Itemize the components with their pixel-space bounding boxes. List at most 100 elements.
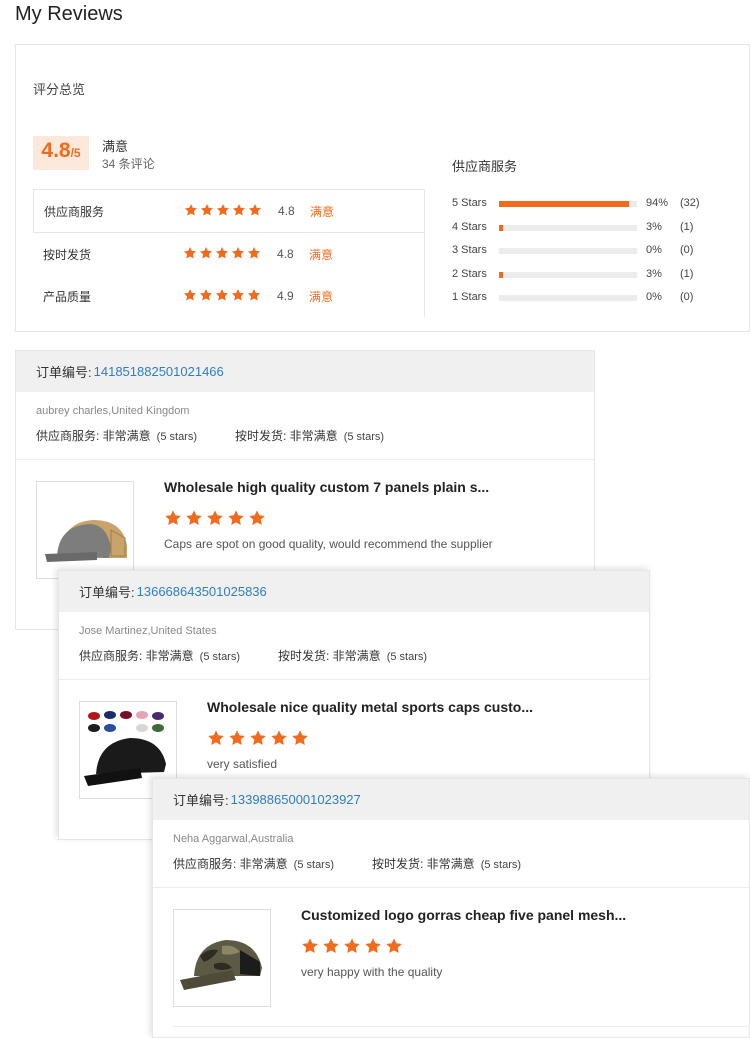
star-icon [248, 509, 266, 532]
product-thumbnail[interactable] [173, 909, 271, 1007]
order-header: 订单编号: 133988650001023927 [153, 779, 749, 820]
distribution-label: 4 Stars [452, 220, 487, 233]
star-icon [164, 509, 182, 532]
distribution-label: 1 Stars [452, 291, 487, 303]
product-title-link[interactable]: Wholesale nice quality metal sports caps… [207, 699, 567, 715]
star-icon [291, 729, 309, 752]
review-text: Caps are spot on good quality, would rec… [164, 537, 493, 551]
camo-mesh-cap-icon [180, 940, 262, 990]
star-icon [227, 509, 245, 532]
metric-row-on-time-delivery: 按时发货 4.8 满意 [33, 233, 425, 275]
product-thumbnail[interactable] [36, 481, 134, 579]
buyer-info: aubrey charles,United Kingdom [36, 405, 190, 417]
delivery-stars: (5 stars) [343, 431, 385, 443]
product-title-link[interactable]: Customized logo gorras cheap five panel … [301, 907, 661, 923]
rating-line: 供应商服务: 非常满意 (5 stars) 按时发货: 非常满意 (5 stars) [36, 427, 384, 444]
distribution-count: (1) [680, 267, 694, 280]
star-icon [385, 937, 403, 960]
star-icon [247, 246, 261, 263]
star-icon [228, 729, 246, 752]
card-divider [153, 887, 749, 888]
star-icon [199, 246, 213, 263]
supplier-service-stars: (5 stars) [156, 431, 198, 443]
distribution-bar [499, 271, 637, 278]
summary-divider [424, 189, 425, 317]
supplier-service-stars: (5 stars) [293, 859, 335, 871]
distribution-row: 5 Stars 94% (32) [452, 195, 742, 219]
metric-level: 满意 [310, 204, 335, 219]
order-number-link[interactable]: 141851882501021466 [94, 364, 224, 379]
star-icon [231, 288, 245, 305]
star-icon [216, 203, 230, 220]
order-number-link[interactable]: 133988650001023927 [231, 792, 361, 807]
distribution-bar-fill [499, 224, 504, 231]
distribution-bar [499, 201, 637, 207]
star-icon [343, 937, 361, 960]
buyer-info: Jose Martinez,United States [79, 625, 217, 637]
metric-row-supplier-service: 供应商服务 4.8 满意 [33, 189, 425, 233]
grey-khaki-trucker-cap-icon [45, 520, 127, 562]
distribution-label: 3 Stars [452, 244, 487, 256]
review-count: 34 条评论 [102, 157, 155, 171]
metric-list: 供应商服务 4.8 满意 按时发货 4.8 满意 产品质量 4.9 满意 [33, 189, 425, 317]
overall-score-badge: 4.8/5 [33, 136, 89, 170]
metric-score: 4.9 [277, 289, 294, 303]
distribution-count: (32) [680, 197, 700, 209]
order-number-label: 订单编号: [36, 365, 92, 380]
distribution-percent: 0% [646, 244, 662, 256]
star-icon [231, 246, 245, 263]
star-icon [215, 288, 229, 305]
metric-label: 按时发货 [43, 247, 92, 262]
order-number-label: 订单编号: [79, 585, 135, 600]
metric-score: 4.8 [278, 204, 295, 218]
supplier-service-rating: 供应商服务: 非常满意 [173, 857, 288, 871]
delivery-rating: 按时发货: 非常满意 [372, 857, 475, 871]
supplier-service-rating: 供应商服务: 非常满意 [79, 649, 194, 663]
order-number-label: 订单编号: [173, 793, 229, 808]
rating-line: 供应商服务: 非常满意 (5 stars) 按时发货: 非常满意 (5 stars) [79, 647, 427, 664]
metric-label: 供应商服务 [44, 204, 105, 219]
distribution-label: 2 Stars [452, 267, 487, 280]
distribution-title: 供应商服务 [452, 159, 518, 174]
distribution-bar [499, 295, 637, 301]
card-divider [59, 679, 649, 680]
distribution-bar [499, 248, 637, 254]
star-icon [248, 203, 262, 220]
distribution-percent: 3% [646, 267, 662, 280]
overall-score-max: /5 [70, 146, 81, 160]
star-icon [247, 288, 261, 305]
delivery-stars: (5 stars) [386, 651, 428, 663]
review-rating-stars [207, 729, 309, 752]
supplier-service-stars: (5 stars) [199, 651, 241, 663]
metric-label: 产品质量 [43, 289, 92, 304]
distribution-label: 5 Stars [452, 197, 487, 209]
star-icon [183, 288, 197, 305]
distribution-count: (1) [680, 220, 694, 233]
order-header: 订单编号: 136668643501025836 [59, 571, 649, 612]
product-title-link[interactable]: Wholesale high quality custom 7 panels p… [164, 479, 524, 495]
distribution-row: 2 Stars 3% (1) [452, 266, 742, 290]
distribution-bar-fill [499, 271, 504, 278]
delivery-rating: 按时发货: 非常满意 [278, 649, 381, 663]
metric-row-product-quality: 产品质量 4.9 满意 [33, 275, 425, 317]
delivery-rating: 按时发货: 非常满意 [235, 429, 338, 443]
card-divider [173, 1026, 749, 1027]
metric-stars [183, 288, 261, 305]
summary-heading: 评分总览 [33, 82, 86, 97]
rating-line: 供应商服务: 非常满意 (5 stars) 按时发货: 非常满意 (5 stars) [173, 855, 521, 872]
star-icon [200, 203, 214, 220]
review-rating-stars [164, 509, 266, 532]
order-number-link[interactable]: 136668643501025836 [137, 584, 267, 599]
star-icon [270, 729, 288, 752]
delivery-stars: (5 stars) [480, 859, 522, 871]
star-icon [232, 203, 246, 220]
star-icon [207, 729, 225, 752]
metric-score: 4.8 [277, 247, 294, 261]
review-text: very happy with the quality [301, 965, 443, 979]
star-icon [183, 246, 197, 263]
star-icon [185, 509, 203, 532]
review-card: 订单编号: 133988650001023927 Neha Aggarwal,A… [152, 778, 750, 1038]
card-divider [16, 459, 594, 460]
metric-level: 满意 [309, 289, 334, 304]
distribution-count: (0) [680, 291, 694, 303]
